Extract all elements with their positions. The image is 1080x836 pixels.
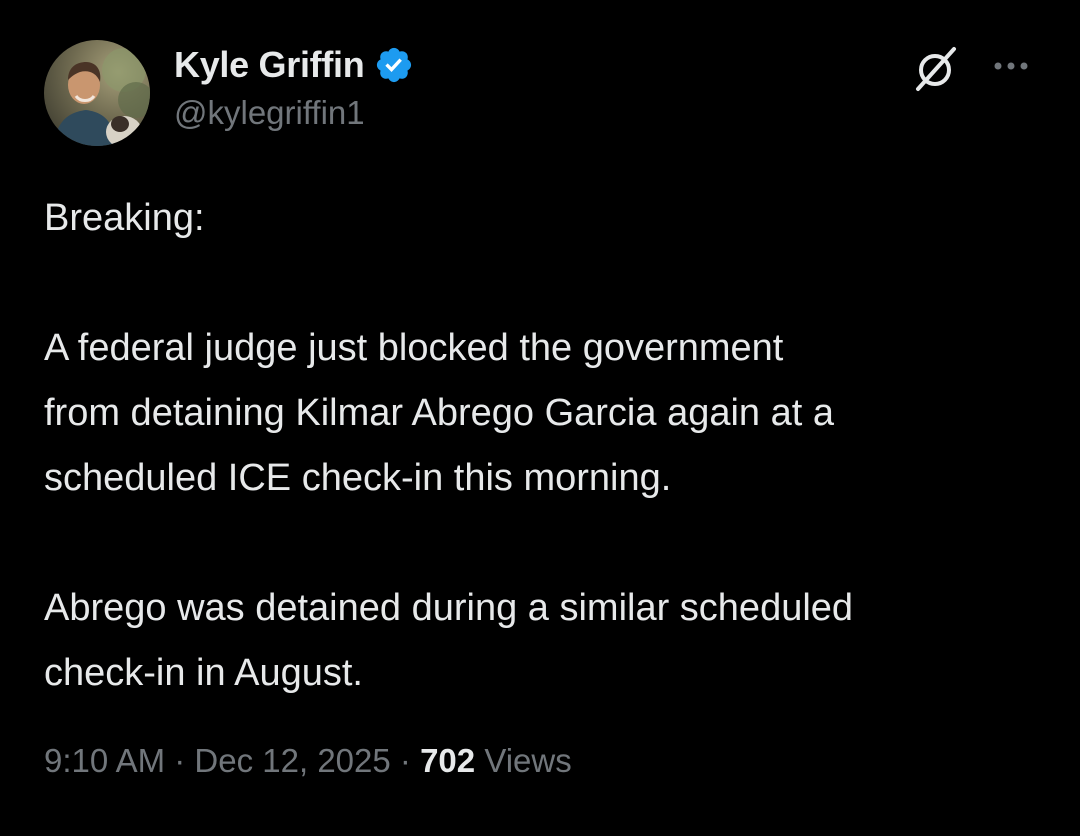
tweet-paragraph: Breaking: bbox=[44, 197, 205, 239]
tweet-paragraph: Abrego was detained during a similar sch… bbox=[44, 587, 854, 694]
more-options-icon[interactable] bbox=[986, 46, 1036, 86]
author-display-name[interactable]: Kyle Griffin bbox=[174, 44, 365, 86]
tweet-date[interactable]: Dec 12, 2025 bbox=[194, 742, 390, 779]
verified-badge-icon bbox=[377, 47, 412, 83]
author-block: Kyle Griffin @kylegriffin1 bbox=[174, 42, 414, 132]
avatar[interactable] bbox=[44, 40, 150, 146]
tweet-text: Breaking: A federal judge just blocked t… bbox=[44, 186, 1044, 706]
meta-separator: · bbox=[399, 742, 411, 779]
tweet-time[interactable]: 9:10 AM bbox=[44, 742, 165, 779]
profile-photo-icon bbox=[44, 40, 150, 146]
tweet-paragraph: A federal judge just blocked the governm… bbox=[44, 327, 834, 499]
views-label: Views bbox=[484, 742, 572, 779]
grok-icon[interactable] bbox=[910, 44, 960, 94]
views-count[interactable]: 702 bbox=[420, 742, 475, 779]
name-row: Kyle Griffin bbox=[174, 42, 414, 88]
meta-separator: · bbox=[174, 742, 186, 779]
tweet-meta: 9:10 AM · Dec 12, 2025 · 702 Views bbox=[44, 742, 572, 780]
author-handle[interactable]: @kylegriffin1 bbox=[174, 94, 414, 132]
tweet-card[interactable]: Kyle Griffin @kylegriffin1 Breaking: A f… bbox=[0, 0, 1080, 836]
